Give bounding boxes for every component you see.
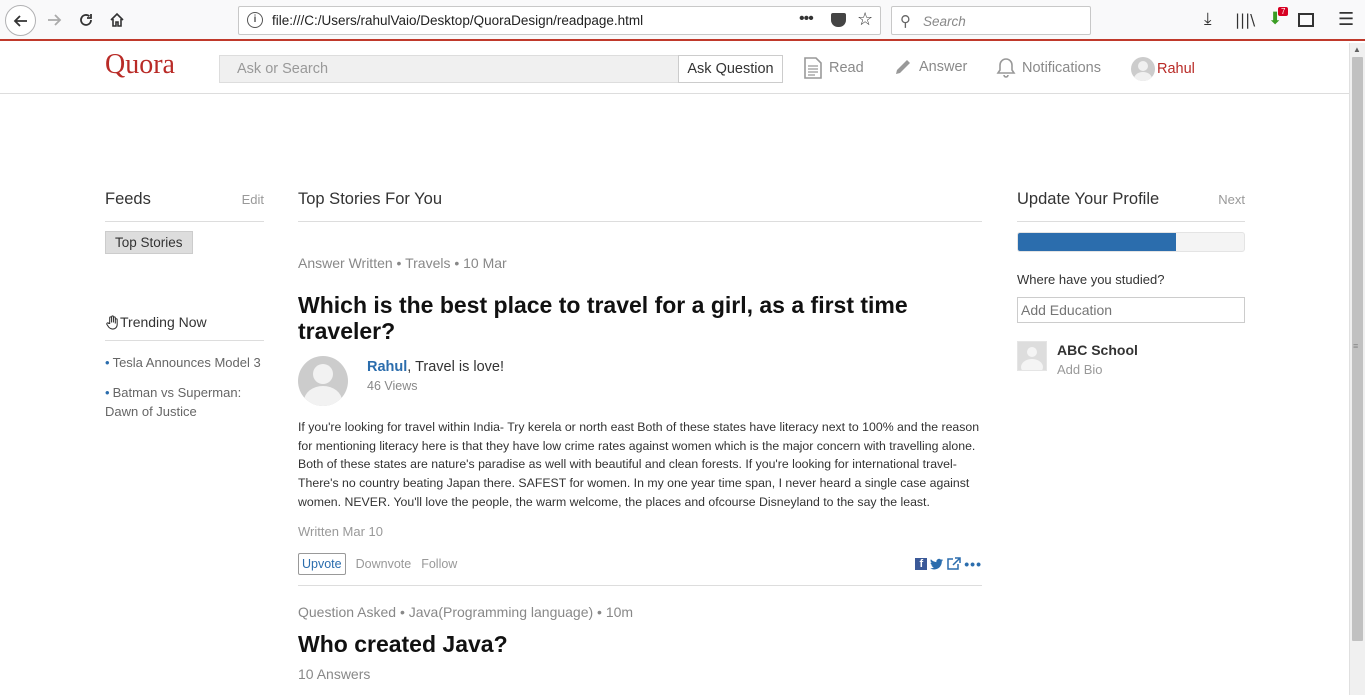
nav-user-label: Rahul [1157, 61, 1195, 77]
document-icon [804, 57, 822, 79]
twitter-icon[interactable] [930, 558, 944, 570]
site-header: Quora Ask or Search Ask Question Read An… [0, 43, 1349, 94]
bookmark-star-icon[interactable]: ☆ [857, 9, 873, 30]
bullet-icon: • [105, 385, 110, 400]
search-icon: ⚲ [900, 13, 911, 30]
browser-search-placeholder: Search [923, 14, 966, 29]
arrow-right-icon [48, 14, 62, 26]
extension-badge: 7 [1278, 7, 1289, 16]
next-link[interactable]: Next [1218, 192, 1245, 207]
arrow-left-icon [13, 14, 27, 27]
add-bio-link[interactable]: Add Bio [1057, 362, 1138, 377]
info-icon[interactable]: i [247, 12, 263, 28]
external-link-icon[interactable] [947, 557, 962, 570]
list-item[interactable]: • Tesla Announces Model 3 [105, 353, 264, 372]
story-meta: Answer Written • Travels • 10 Mar [298, 255, 507, 271]
progress-fill [1018, 233, 1177, 251]
reload-icon [80, 14, 92, 26]
trending-item-label: Tesla Announces Model 3 [112, 355, 261, 370]
browser-search-input[interactable]: ⚲ Search [891, 6, 1091, 35]
main-feed: Top Stories For You Answer Written • Tra… [298, 190, 982, 682]
nav-answer-label: Answer [919, 59, 968, 75]
scroll-grip-icon: ≡ [1353, 341, 1359, 351]
reload-button[interactable] [72, 6, 100, 34]
school-name: ABC School [1057, 342, 1138, 358]
nav-read[interactable]: Read [803, 57, 864, 79]
scrollbar[interactable]: ▲ ≡ [1349, 43, 1365, 695]
answer-author: Rahul, Travel is love! 46 Views [298, 356, 982, 406]
top-stories-filter[interactable]: Top Stories [105, 231, 193, 254]
author-info: Rahul, Travel is love! 46 Views [367, 358, 504, 406]
more-actions-icon[interactable]: ••• [799, 10, 814, 28]
profile-header: Update Your Profile Next [1017, 190, 1245, 222]
answer-text: If you're looking for travel within Indi… [298, 420, 980, 509]
profile-title: Update Your Profile [1017, 190, 1160, 208]
trending-title: Trending Now [120, 314, 207, 330]
story-meta: Question Asked • Java(Programming langua… [298, 603, 634, 620]
scroll-up-icon[interactable]: ▲ [1353, 45, 1361, 54]
page-title: Top Stories For You [298, 190, 982, 222]
library-icon[interactable]: |||\ [1235, 11, 1255, 29]
author-credential: , Travel is love! [407, 359, 504, 375]
profile-panel: Update Your Profile Next Where have you … [1017, 190, 1245, 377]
sidebar-icon[interactable] [1298, 13, 1314, 27]
url-text: file:///C:/Users/rahulVaio/Desktop/Quora… [272, 13, 644, 28]
question-title[interactable]: Who created Java? [298, 631, 982, 657]
education-input[interactable] [1017, 297, 1245, 323]
url-bar[interactable]: i file:///C:/Users/rahulVaio/Desktop/Quo… [238, 6, 881, 35]
bullet-icon: • [105, 355, 110, 370]
edit-link[interactable]: Edit [242, 192, 264, 207]
home-icon [110, 12, 124, 27]
back-button[interactable] [5, 5, 36, 36]
facebook-icon[interactable]: f [915, 557, 928, 570]
author-name[interactable]: Rahul [367, 359, 407, 375]
written-date: Written Mar 10 [298, 523, 384, 539]
more-options-icon[interactable]: ••• [964, 556, 982, 572]
school-entry: ABC School Add Bio [1017, 341, 1245, 377]
share-bar: f ••• [915, 556, 982, 572]
answer-actions: Upvote Downvote Follow f ••• [298, 552, 982, 575]
left-sidebar: Feeds Edit Top Stories Trending Now • Tes… [105, 190, 264, 432]
answer-count[interactable]: 10 Answers [298, 666, 982, 682]
question-title[interactable]: Which is the best place to travel for a … [298, 292, 982, 344]
profile-progress-bar [1017, 232, 1245, 252]
site-search-input[interactable]: Ask or Search [219, 55, 679, 83]
follow-button[interactable]: Follow [421, 557, 457, 571]
trending-list: • Tesla Announces Model 3 • Batman vs Supe… [105, 353, 264, 421]
feeds-title: Feeds [105, 190, 151, 208]
hand-icon [106, 314, 118, 330]
pocket-icon[interactable] [831, 13, 846, 27]
nav-read-label: Read [829, 60, 864, 76]
nav-user[interactable]: Rahul [1131, 57, 1195, 81]
nav-answer[interactable]: Answer [893, 57, 967, 77]
avatar[interactable] [298, 356, 348, 406]
downvote-button[interactable]: Downvote [356, 557, 412, 571]
avatar [1017, 341, 1047, 371]
nav-notifications-label: Notifications [1022, 60, 1101, 76]
bell-icon [996, 58, 1016, 78]
education-question: Where have you studied? [1017, 272, 1165, 287]
ask-question-button[interactable]: Ask Question [678, 55, 783, 83]
list-item[interactable]: • Batman vs Superman: Dawn of Justice [105, 383, 264, 421]
avatar [1131, 57, 1155, 81]
download-icon[interactable]: ⤓ [1204, 9, 1212, 29]
feeds-header: Feeds Edit [105, 190, 264, 222]
trending-header: Trending Now [105, 314, 264, 341]
school-info: ABC School Add Bio [1057, 342, 1138, 377]
pencil-icon [896, 60, 910, 74]
upvote-button[interactable]: Upvote [298, 552, 346, 575]
hamburger-menu-icon[interactable]: ☰ [1338, 9, 1354, 30]
home-button[interactable] [103, 6, 131, 34]
trending-item-label: Batman vs Superman: Dawn of Justice [105, 385, 242, 419]
quora-logo[interactable]: Quora [105, 49, 175, 81]
view-count: 46 Views [367, 379, 418, 393]
nav-notifications[interactable]: Notifications [996, 57, 1101, 79]
feed-divider [298, 584, 982, 586]
browser-toolbar: i file:///C:/Users/rahulVaio/Desktop/Quo… [0, 0, 1365, 41]
forward-button[interactable] [40, 6, 68, 34]
